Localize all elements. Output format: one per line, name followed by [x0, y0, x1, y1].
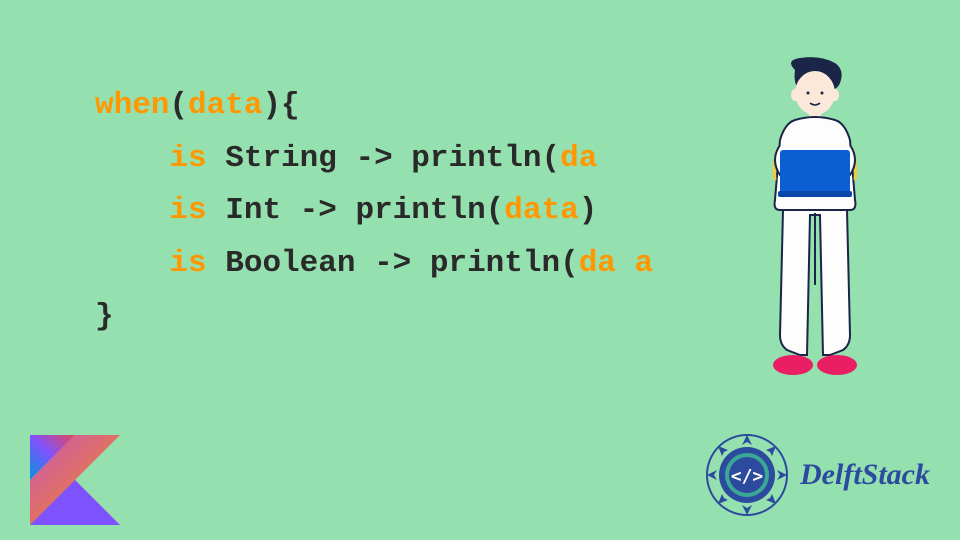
- code-text: Boolean -> println(: [207, 246, 579, 281]
- kotlin-logo-svg: [30, 435, 120, 525]
- paren-close: ): [579, 193, 598, 228]
- identifier-data: da a: [579, 246, 653, 281]
- code-text: Int -> println(: [207, 193, 505, 228]
- code-line-1: when(data){: [95, 80, 653, 133]
- delftstack-logo-icon: </>: [702, 430, 792, 520]
- code-text: String -> println(: [207, 141, 560, 176]
- svg-text:</>: </>: [731, 466, 764, 487]
- code-snippet: when(data){ is String -> println(da is I…: [95, 80, 653, 343]
- delftstack-text: DelftStack: [800, 458, 930, 492]
- keyword-is: is: [169, 141, 206, 176]
- identifier-data: da: [560, 141, 597, 176]
- brace-close: }: [95, 299, 114, 334]
- identifier-data: data: [188, 88, 262, 123]
- identifier-data: data: [504, 193, 578, 228]
- keyword-is: is: [169, 193, 206, 228]
- kotlin-logo-icon: [30, 435, 120, 525]
- code-line-3: is Int -> println(data): [95, 185, 653, 238]
- delftstack-brand: </> DelftStack: [702, 430, 930, 520]
- person-svg: [725, 55, 905, 425]
- paren-brace: ){: [262, 88, 299, 123]
- person-illustration: [725, 55, 905, 425]
- code-line-2: is String -> println(da: [95, 133, 653, 186]
- code-line-5: }: [95, 291, 653, 344]
- keyword-when: when: [95, 88, 169, 123]
- paren-open: (: [169, 88, 188, 123]
- keyword-is: is: [169, 246, 206, 281]
- code-line-4: is Boolean -> println(da a: [95, 238, 653, 291]
